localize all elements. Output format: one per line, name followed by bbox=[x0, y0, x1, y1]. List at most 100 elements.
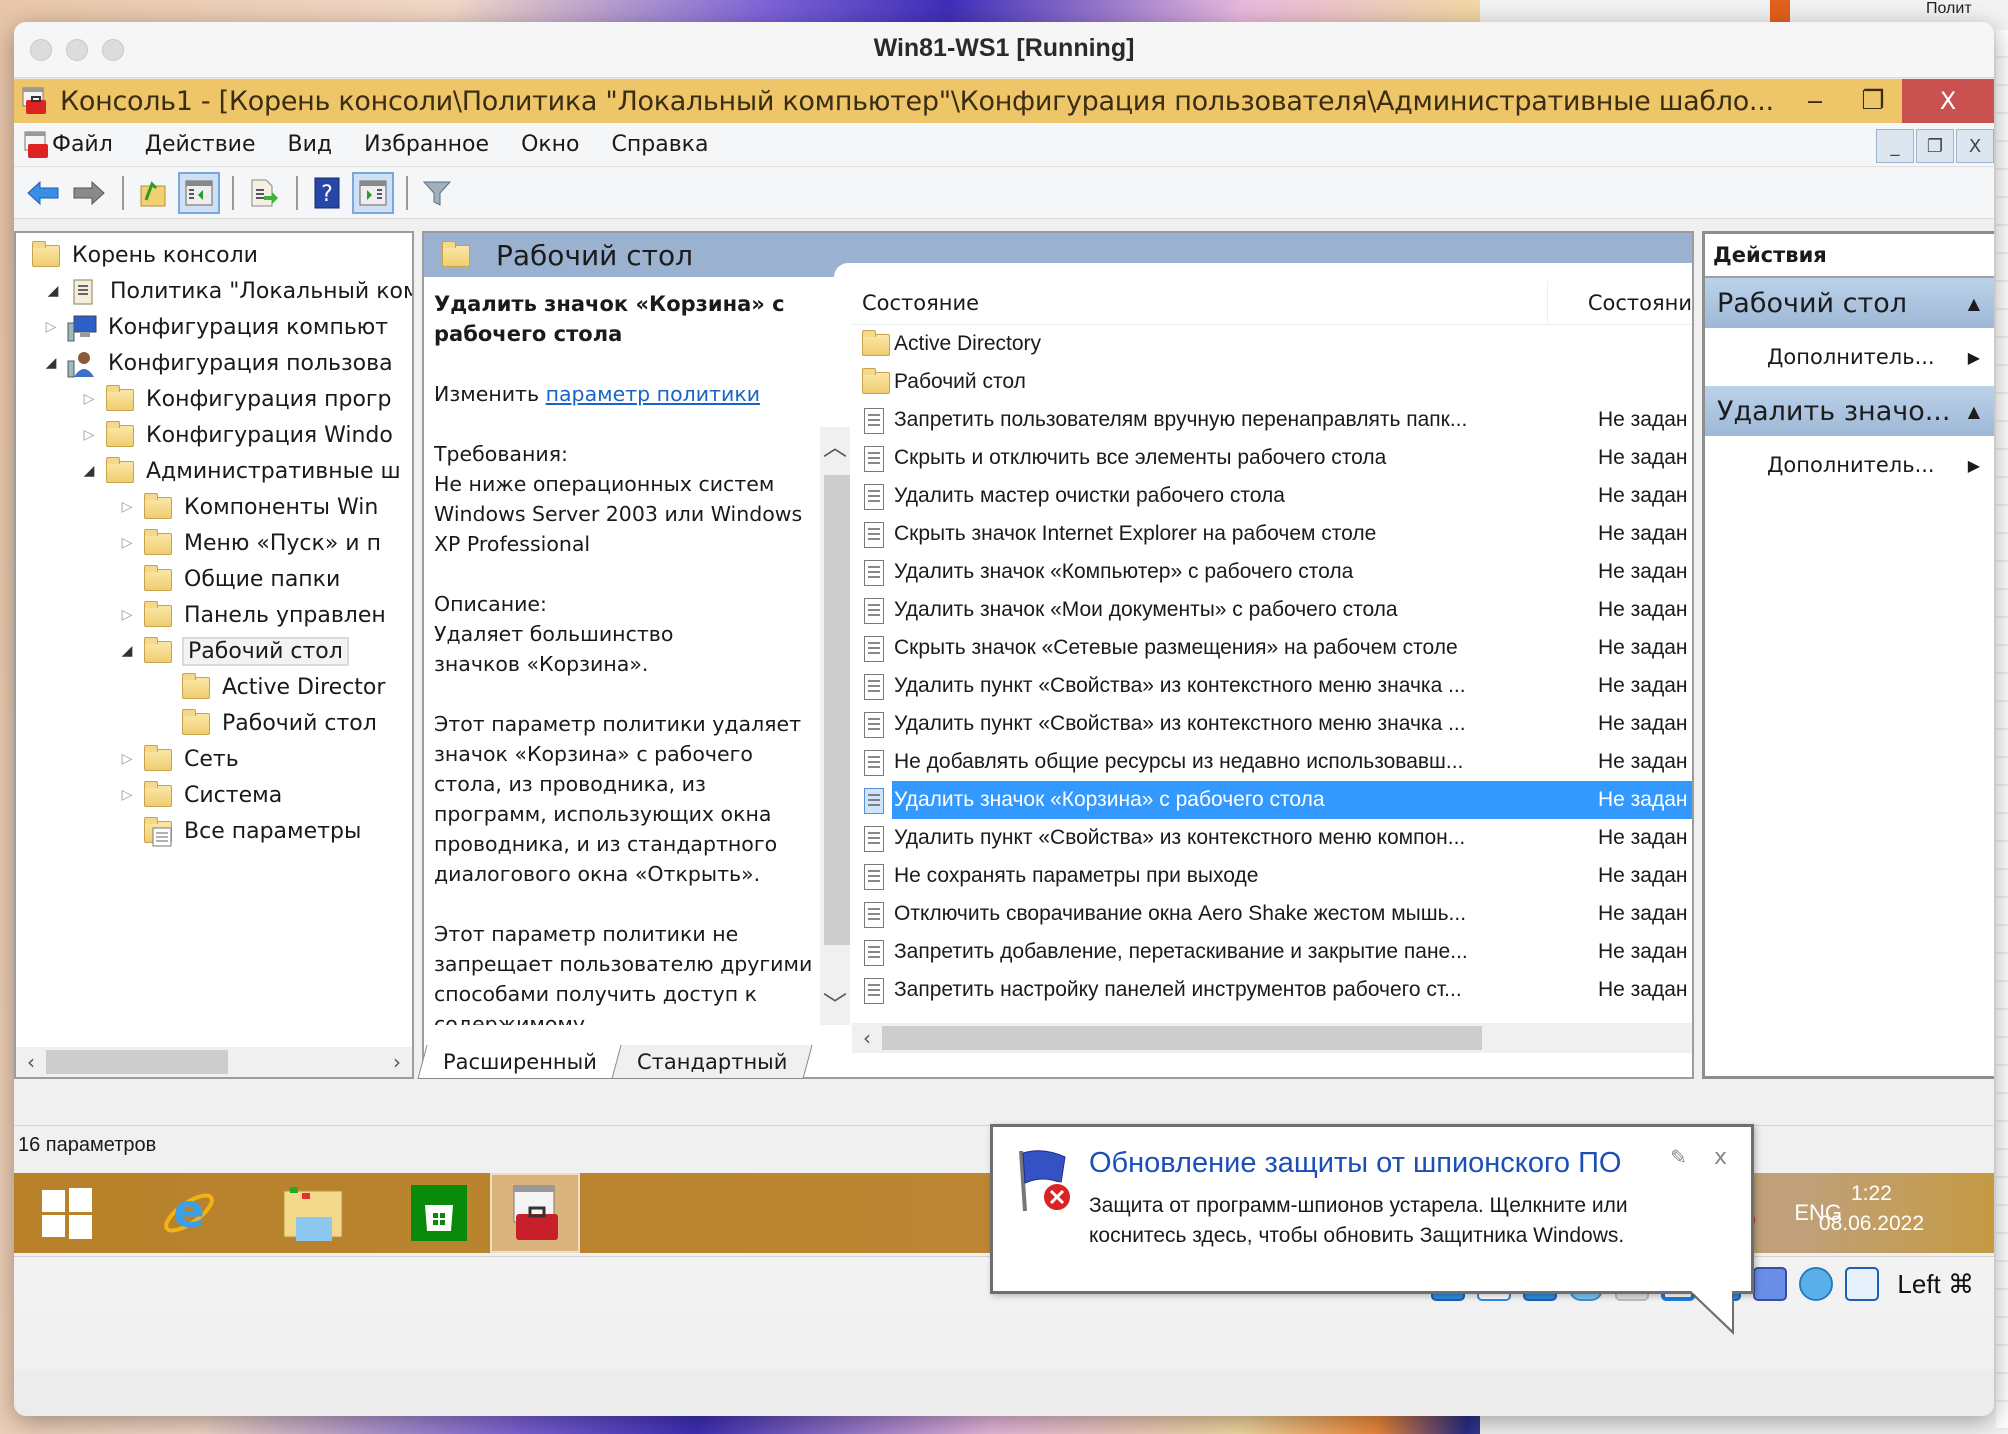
list-setting-row[interactable]: Запретить пользователям вручную перенапр… bbox=[852, 401, 1692, 439]
export-list-button[interactable] bbox=[242, 172, 284, 214]
tree-item[interactable]: ◢ Административные ш bbox=[78, 453, 401, 489]
list-setting-row[interactable]: Не сохранять параметры при выходе Не зада… bbox=[852, 857, 1692, 895]
scrollbar-thumb[interactable] bbox=[882, 1026, 1482, 1050]
list-setting-row[interactable]: Скрыть и отключить все элементы рабочего… bbox=[852, 439, 1692, 477]
list-folder-row[interactable]: Active Directory bbox=[852, 325, 1692, 363]
list-setting-row[interactable]: Скрыть значок Internet Explorer на рабоч… bbox=[852, 515, 1692, 553]
list-setting-row[interactable]: Удалить значок «Корзина» с рабочего стол… bbox=[852, 781, 1692, 819]
tree-item[interactable]: ▷ Меню «Пуск» и п bbox=[116, 525, 381, 561]
action-more[interactable]: Дополнитель... ▶ bbox=[1705, 328, 1994, 386]
tree-item[interactable]: Корень консоли bbox=[26, 237, 258, 273]
tree-item[interactable]: Active Director bbox=[154, 669, 385, 705]
tree-item[interactable]: ▷ Конфигурация прогр bbox=[78, 381, 391, 417]
menu-action[interactable]: Действие bbox=[145, 132, 256, 157]
list-setting-row[interactable]: Удалить пункт «Свойства» из контекстного… bbox=[852, 705, 1692, 743]
collapse-icon[interactable]: ◢ bbox=[40, 355, 62, 371]
menu-help[interactable]: Справка bbox=[612, 132, 709, 157]
balloon-close-button[interactable]: x bbox=[1714, 1145, 1727, 1170]
actions-group-policy[interactable]: Удалить значо... ▲ bbox=[1705, 386, 1994, 436]
expand-icon[interactable]: ▷ bbox=[116, 787, 138, 803]
back-button[interactable] bbox=[22, 172, 64, 214]
actions-group-desktop[interactable]: Рабочий стол ▲ bbox=[1705, 278, 1994, 328]
pin-icon[interactable]: ✎ bbox=[1670, 1145, 1687, 1169]
mdi-app-icon[interactable] bbox=[22, 130, 52, 160]
taskbar-file-explorer[interactable] bbox=[268, 1173, 358, 1253]
taskbar-internet-explorer[interactable]: e bbox=[144, 1173, 234, 1253]
scroll-up-icon[interactable]: ︿ bbox=[820, 427, 850, 467]
list-setting-row[interactable]: Скрыть значок «Сетевые размещения» на ра… bbox=[852, 629, 1692, 667]
clock[interactable]: 1:22 08.06.2022 bbox=[1819, 1179, 1924, 1239]
filter-button[interactable] bbox=[416, 172, 458, 214]
tree-item[interactable]: ▷ Конфигурация Windo bbox=[78, 417, 393, 453]
show-hide-tree-button[interactable] bbox=[178, 171, 220, 214]
taskbar-store[interactable] bbox=[394, 1173, 484, 1253]
description-scrollbar[interactable]: ︿ ﹀ bbox=[820, 427, 850, 1025]
tree-horizontal-scrollbar[interactable]: ‹ › bbox=[16, 1047, 412, 1077]
list-setting-row[interactable]: Удалить мастер очистки рабочего стола Не … bbox=[852, 477, 1692, 515]
column-header-setting[interactable]: Состояние bbox=[852, 281, 1548, 324]
close-button[interactable]: X bbox=[1902, 79, 1994, 123]
help-button[interactable]: ? bbox=[306, 172, 348, 214]
list-folder-row[interactable]: Рабочий стол bbox=[852, 363, 1692, 401]
tree-item[interactable]: ▷ Компоненты Win bbox=[116, 489, 378, 525]
tree-item[interactable]: ◢ Рабочий стол bbox=[116, 633, 349, 669]
tree-item[interactable]: Все параметры bbox=[116, 813, 361, 849]
edit-policy-link[interactable]: параметр политики bbox=[546, 382, 760, 406]
list-horizontal-scrollbar[interactable]: ‹ bbox=[852, 1023, 1692, 1053]
scroll-left-icon[interactable]: ‹ bbox=[16, 1050, 46, 1074]
expand-icon[interactable]: ▷ bbox=[78, 427, 100, 443]
list-setting-row[interactable]: Запретить добавление, перетаскивание и з… bbox=[852, 933, 1692, 971]
list-setting-row[interactable]: Удалить пункт «Свойства» из контекстного… bbox=[852, 667, 1692, 705]
expand-icon[interactable]: ▷ bbox=[116, 499, 138, 515]
tab-extended[interactable]: Расширенный bbox=[417, 1045, 623, 1079]
menu-favorites[interactable]: Избранное bbox=[364, 132, 489, 157]
expand-icon[interactable]: ▷ bbox=[116, 751, 138, 767]
list-setting-row[interactable]: Запретить настройку панелей инструментов… bbox=[852, 971, 1692, 1009]
expand-icon[interactable]: ▷ bbox=[78, 391, 100, 407]
expand-icon[interactable]: ▷ bbox=[116, 535, 138, 551]
tree-item[interactable]: ▷ Панель управлен bbox=[116, 597, 386, 633]
taskbar-mmc[interactable] bbox=[490, 1173, 580, 1253]
mdi-minimize-button[interactable]: _ bbox=[1876, 129, 1914, 163]
mdi-close-button[interactable]: X bbox=[1956, 129, 1994, 163]
tree-item[interactable]: ▷ Сеть bbox=[116, 741, 239, 777]
collapse-icon[interactable]: ◢ bbox=[78, 463, 100, 479]
virtualization-icon[interactable] bbox=[1753, 1267, 1788, 1301]
minimize-button[interactable]: ‒ bbox=[1786, 79, 1844, 123]
scroll-left-icon[interactable]: ‹ bbox=[852, 1026, 882, 1050]
expand-icon[interactable]: ▷ bbox=[116, 607, 138, 623]
collapse-up-icon[interactable]: ▲ bbox=[1968, 402, 1980, 421]
show-hide-action-pane-button[interactable] bbox=[352, 171, 394, 214]
list-setting-row[interactable]: Не добавлять общие ресурсы из недавно ис… bbox=[852, 743, 1692, 781]
scrollbar-thumb[interactable] bbox=[46, 1050, 228, 1074]
tree-item[interactable]: ◢ Конфигурация пользова bbox=[40, 345, 393, 381]
start-button[interactable] bbox=[22, 1173, 112, 1253]
mdi-restore-button[interactable]: ❐ bbox=[1916, 129, 1954, 163]
list-setting-row[interactable]: Отключить сворачивание окна Aero Shake ж… bbox=[852, 895, 1692, 933]
collapse-icon[interactable]: ◢ bbox=[116, 643, 138, 659]
action-more[interactable]: Дополнитель... ▶ bbox=[1705, 436, 1994, 494]
forward-button[interactable] bbox=[68, 172, 110, 214]
scrollbar-thumb[interactable] bbox=[824, 475, 850, 945]
tree-item[interactable]: Рабочий стол bbox=[154, 705, 377, 741]
tree-item[interactable]: ▷ Конфигурация компьют bbox=[40, 309, 388, 345]
mouse-integration-icon[interactable] bbox=[1799, 1267, 1834, 1301]
keyboard-capture-icon[interactable] bbox=[1845, 1267, 1880, 1301]
tree-item[interactable]: Общие папки bbox=[116, 561, 340, 597]
scroll-right-icon[interactable]: › bbox=[382, 1050, 412, 1074]
menu-window[interactable]: Окно bbox=[521, 132, 579, 157]
tab-standard[interactable]: Стандартный bbox=[611, 1045, 813, 1079]
list-setting-row[interactable]: Удалить значок «Компьютер» с рабочего ст… bbox=[852, 553, 1692, 591]
expand-icon[interactable]: ▷ bbox=[40, 319, 62, 335]
menu-file[interactable]: Файл bbox=[52, 132, 113, 157]
tree-item[interactable]: ◢ Политика "Локальный компь bbox=[42, 273, 412, 309]
scroll-down-icon[interactable]: ﹀ bbox=[820, 985, 850, 1025]
up-button[interactable] bbox=[132, 172, 174, 214]
restore-button[interactable]: ❐ bbox=[1844, 79, 1902, 123]
column-header-state[interactable]: Состояни bbox=[1548, 291, 1692, 315]
list-setting-row[interactable]: Удалить пункт «Свойства» из контекстного… bbox=[852, 819, 1692, 857]
notification-balloon[interactable]: Обновление защиты от шпионского ПО ✎ x З… bbox=[990, 1124, 1754, 1294]
tree-item[interactable]: ▷ Система bbox=[116, 777, 282, 813]
list-setting-row[interactable]: Удалить значок «Мои документы» с рабочег… bbox=[852, 591, 1692, 629]
collapse-up-icon[interactable]: ▲ bbox=[1968, 294, 1980, 313]
